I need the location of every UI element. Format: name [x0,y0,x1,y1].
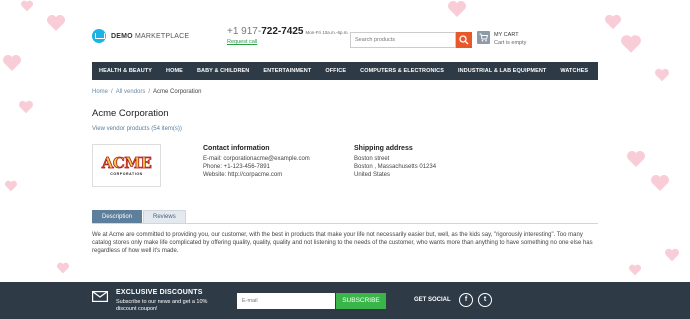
search-input[interactable] [350,32,456,48]
heart-icon [620,34,642,54]
shipping-country: United States [354,172,391,178]
breadcrumb-all-vendors[interactable]: All vendors [116,89,146,95]
nav-item-home[interactable]: Home [166,68,183,74]
vendor-tabs: Description Reviews [92,210,598,224]
shipping-title: Shipping address [354,145,413,152]
phone-hours: Mon-Fri 10a.m.-6p.m. [305,30,349,35]
cart-status: Cart is empty [494,40,527,46]
nav-item-watches[interactable]: Watches [560,68,588,74]
search-icon [459,35,469,45]
nav-item-entertainment[interactable]: Entertainment [263,68,311,74]
phone-block: +1 917-722-7425 Mon-Fri 10a.m.-6p.m. Requ… [227,26,349,45]
nav-item-baby-children[interactable]: Baby & Children [197,68,249,74]
search-button[interactable] [456,32,472,48]
site-header: DEMO MARKETPLACE +1 917-722-7425 Mon-Fri … [92,26,598,52]
newsletter-footer: Exclusive discounts Subscribe to our new… [0,282,690,319]
cart-label: My cart [494,32,519,38]
nav-item-health-beauty[interactable]: Health & Beauty [99,68,152,74]
heart-icon [46,14,66,32]
subscribe-button[interactable]: Subscribe [336,293,386,309]
mail-icon [92,291,108,302]
contact-email: E-mail: corporationacme@example.com [203,156,310,162]
cart-widget[interactable]: My cart Cart is empty [477,31,526,47]
nav-item-industrial-lab[interactable]: Industrial & Lab Equipment [458,68,546,74]
search-box [350,32,472,48]
vendor-logo: ACME CORPORATION [92,144,161,187]
breadcrumb-home[interactable]: Home [92,89,108,95]
request-call-link[interactable]: Request call [227,39,349,45]
contact-website: Website: http://corpacme.com [203,172,283,178]
exclusive-discounts-title: Exclusive discounts [116,289,203,296]
shipping-address: Shipping address Boston street Boston , … [354,145,504,179]
shipping-city: Boston , Massachusetts 01234 [354,164,437,170]
breadcrumb-separator: / [148,89,151,95]
heart-icon [18,100,34,114]
breadcrumb: Home / All vendors / Acme Corporation [92,89,598,95]
breadcrumb-current: Acme Corporation [153,89,202,95]
cart-logo-icon [92,29,106,43]
tab-description[interactable]: Description [92,210,143,223]
shipping-street: Boston street [354,156,390,162]
heart-icon [4,180,18,192]
phone-number: +1 917-722-7425 Mon-Fri 10a.m.-6p.m. [227,26,349,37]
contact-information: Contact information E-mail: corporationa… [203,145,323,179]
site-logo[interactable]: DEMO MARKETPLACE [92,29,189,43]
page-title: Acme Corporation [92,108,169,119]
nav-item-office[interactable]: Office [325,68,346,74]
vendor-logo-sub: CORPORATION [110,171,143,176]
heart-icon [20,0,34,12]
vendor-logo-word: ACME [101,153,152,172]
tab-reviews[interactable]: Reviews [143,210,186,223]
logo-text: DEMO MARKETPLACE [111,32,190,40]
heart-icon [664,248,680,262]
breadcrumb-separator: / [111,89,113,95]
cart-icon [477,31,490,44]
twitter-icon[interactable]: t [478,293,492,307]
facebook-icon[interactable]: f [459,293,473,307]
view-vendor-products-link[interactable]: View vendor products (54 item(s)) [92,126,598,132]
heart-icon [446,0,468,18]
exclusive-discounts-text: Subscribe to our news and get a 10% disc… [116,299,208,312]
newsletter-email-input[interactable] [237,293,335,309]
heart-icon [2,54,22,72]
contact-title: Contact information [203,145,270,152]
heart-icon [654,68,670,82]
contact-phone: Phone: +1-123-456-7891 [203,164,270,170]
heart-icon [650,174,670,192]
heart-icon [56,262,70,274]
nav-item-computers-electronics[interactable]: Computers & Electronics [360,68,444,74]
main-nav: Health & Beauty Home Baby & Children Ent… [92,62,598,80]
get-social-label: Get social [414,297,451,303]
heart-icon [604,14,622,30]
vendor-description: We at Acme are committed to providing yo… [92,232,593,254]
heart-icon [626,150,646,168]
heart-icon [628,264,642,276]
